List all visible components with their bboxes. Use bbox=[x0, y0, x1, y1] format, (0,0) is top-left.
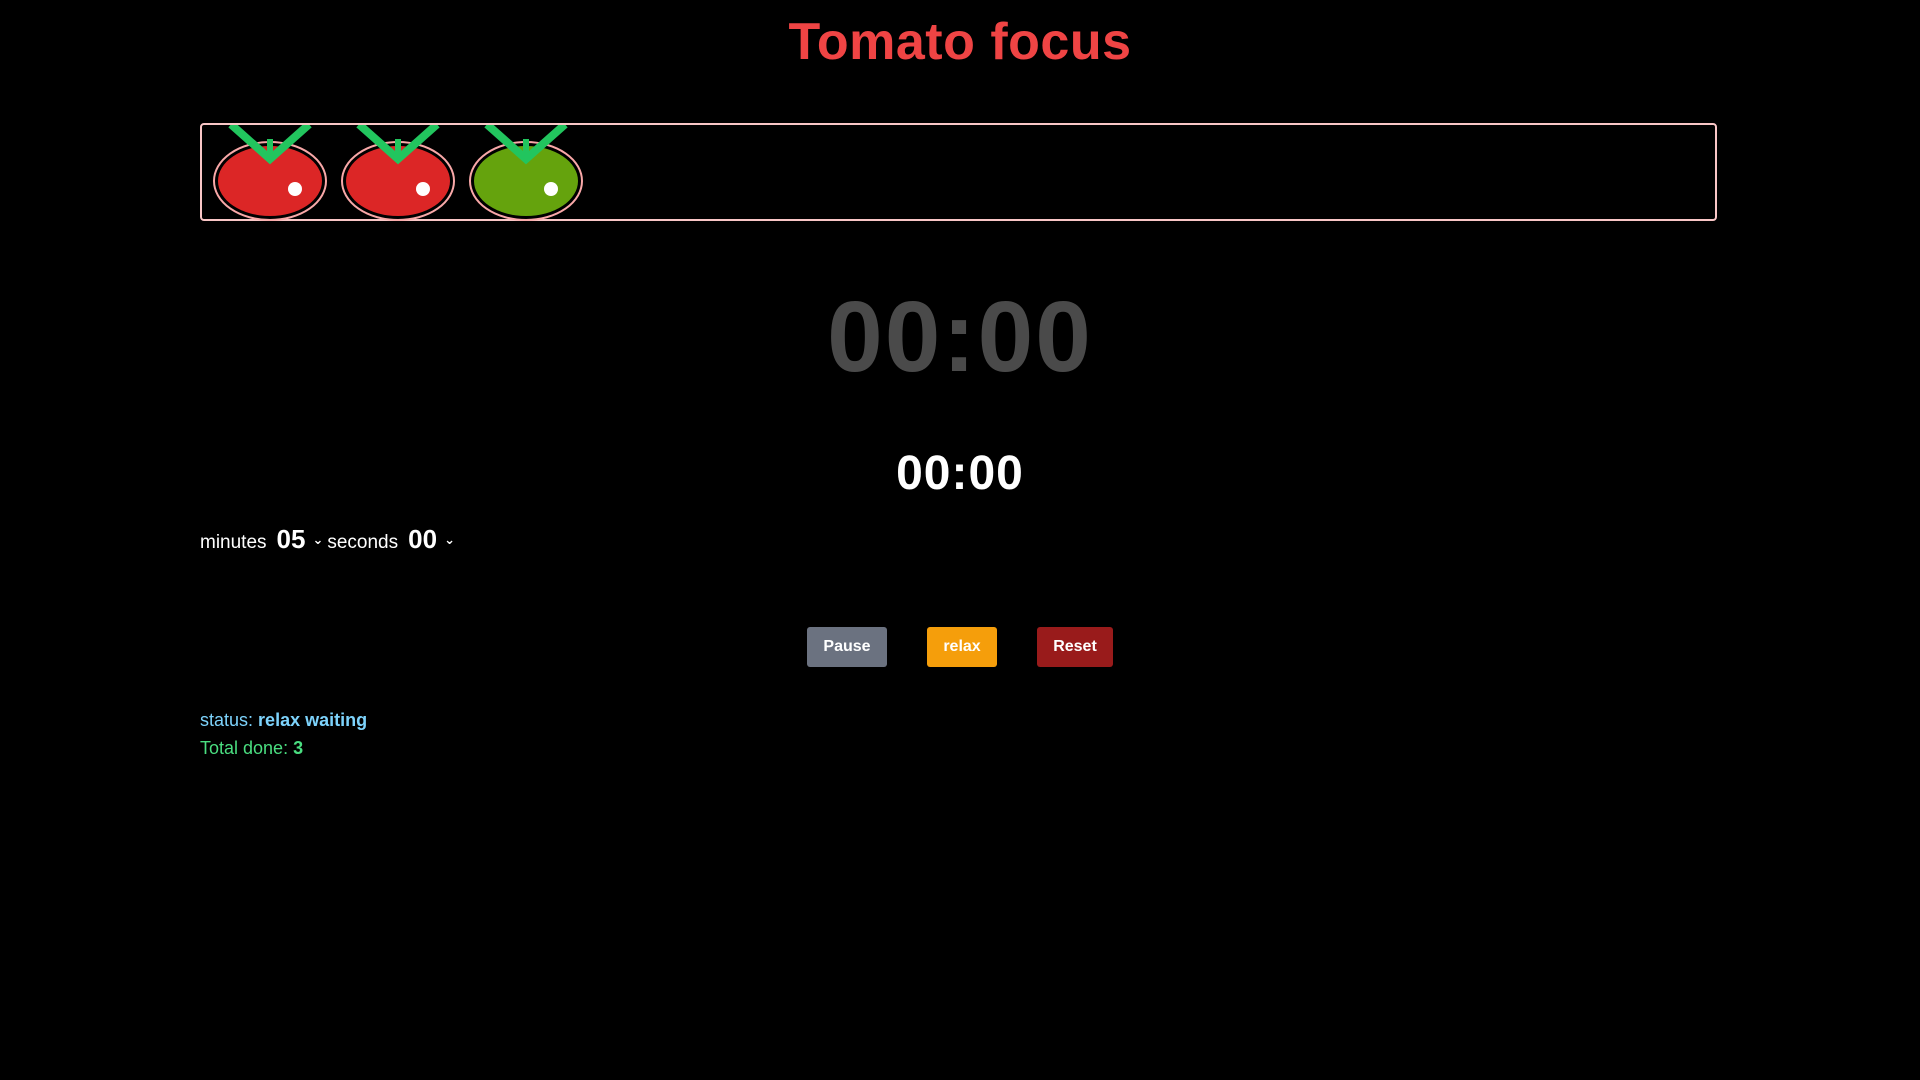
chevron-down-icon: ⌄ bbox=[312, 532, 324, 547]
page-title: Tomato focus bbox=[788, 13, 1132, 71]
relax-button[interactable]: relax bbox=[927, 627, 997, 667]
app-root: Tomato focus 00:00 00:00 minutes 05 ⌄ se… bbox=[0, 0, 1920, 1080]
status-label: status: bbox=[200, 710, 254, 730]
minutes-label: minutes bbox=[200, 532, 267, 553]
minutes-value: 05 bbox=[276, 524, 306, 554]
main-timer-display: 00:00 bbox=[827, 281, 1093, 393]
tomato-icon bbox=[340, 125, 456, 223]
minutes-select[interactable]: 05 ⌄ bbox=[277, 524, 324, 555]
seconds-label: seconds bbox=[327, 532, 399, 553]
total-done-line: Total done: 3 bbox=[200, 738, 303, 759]
reset-button[interactable]: Reset bbox=[1037, 627, 1113, 667]
status-line: status: relax waiting bbox=[200, 710, 367, 731]
pause-button[interactable]: Pause bbox=[807, 627, 887, 667]
status-value: relax waiting bbox=[258, 710, 368, 730]
tomato-icon bbox=[212, 125, 328, 223]
tomato-icon bbox=[468, 125, 584, 223]
duration-picker: minutes 05 ⌄ seconds 00 ⌄ bbox=[200, 524, 459, 555]
chevron-down-icon: ⌄ bbox=[444, 532, 455, 547]
secondary-timer-display: 00:00 bbox=[896, 447, 1024, 500]
total-value: 3 bbox=[293, 738, 304, 758]
tomato-progress-bar bbox=[200, 123, 1717, 221]
seconds-select[interactable]: 00 ⌄ bbox=[408, 524, 455, 555]
seconds-value: 00 bbox=[408, 524, 438, 554]
total-label: Total done: bbox=[200, 738, 289, 758]
